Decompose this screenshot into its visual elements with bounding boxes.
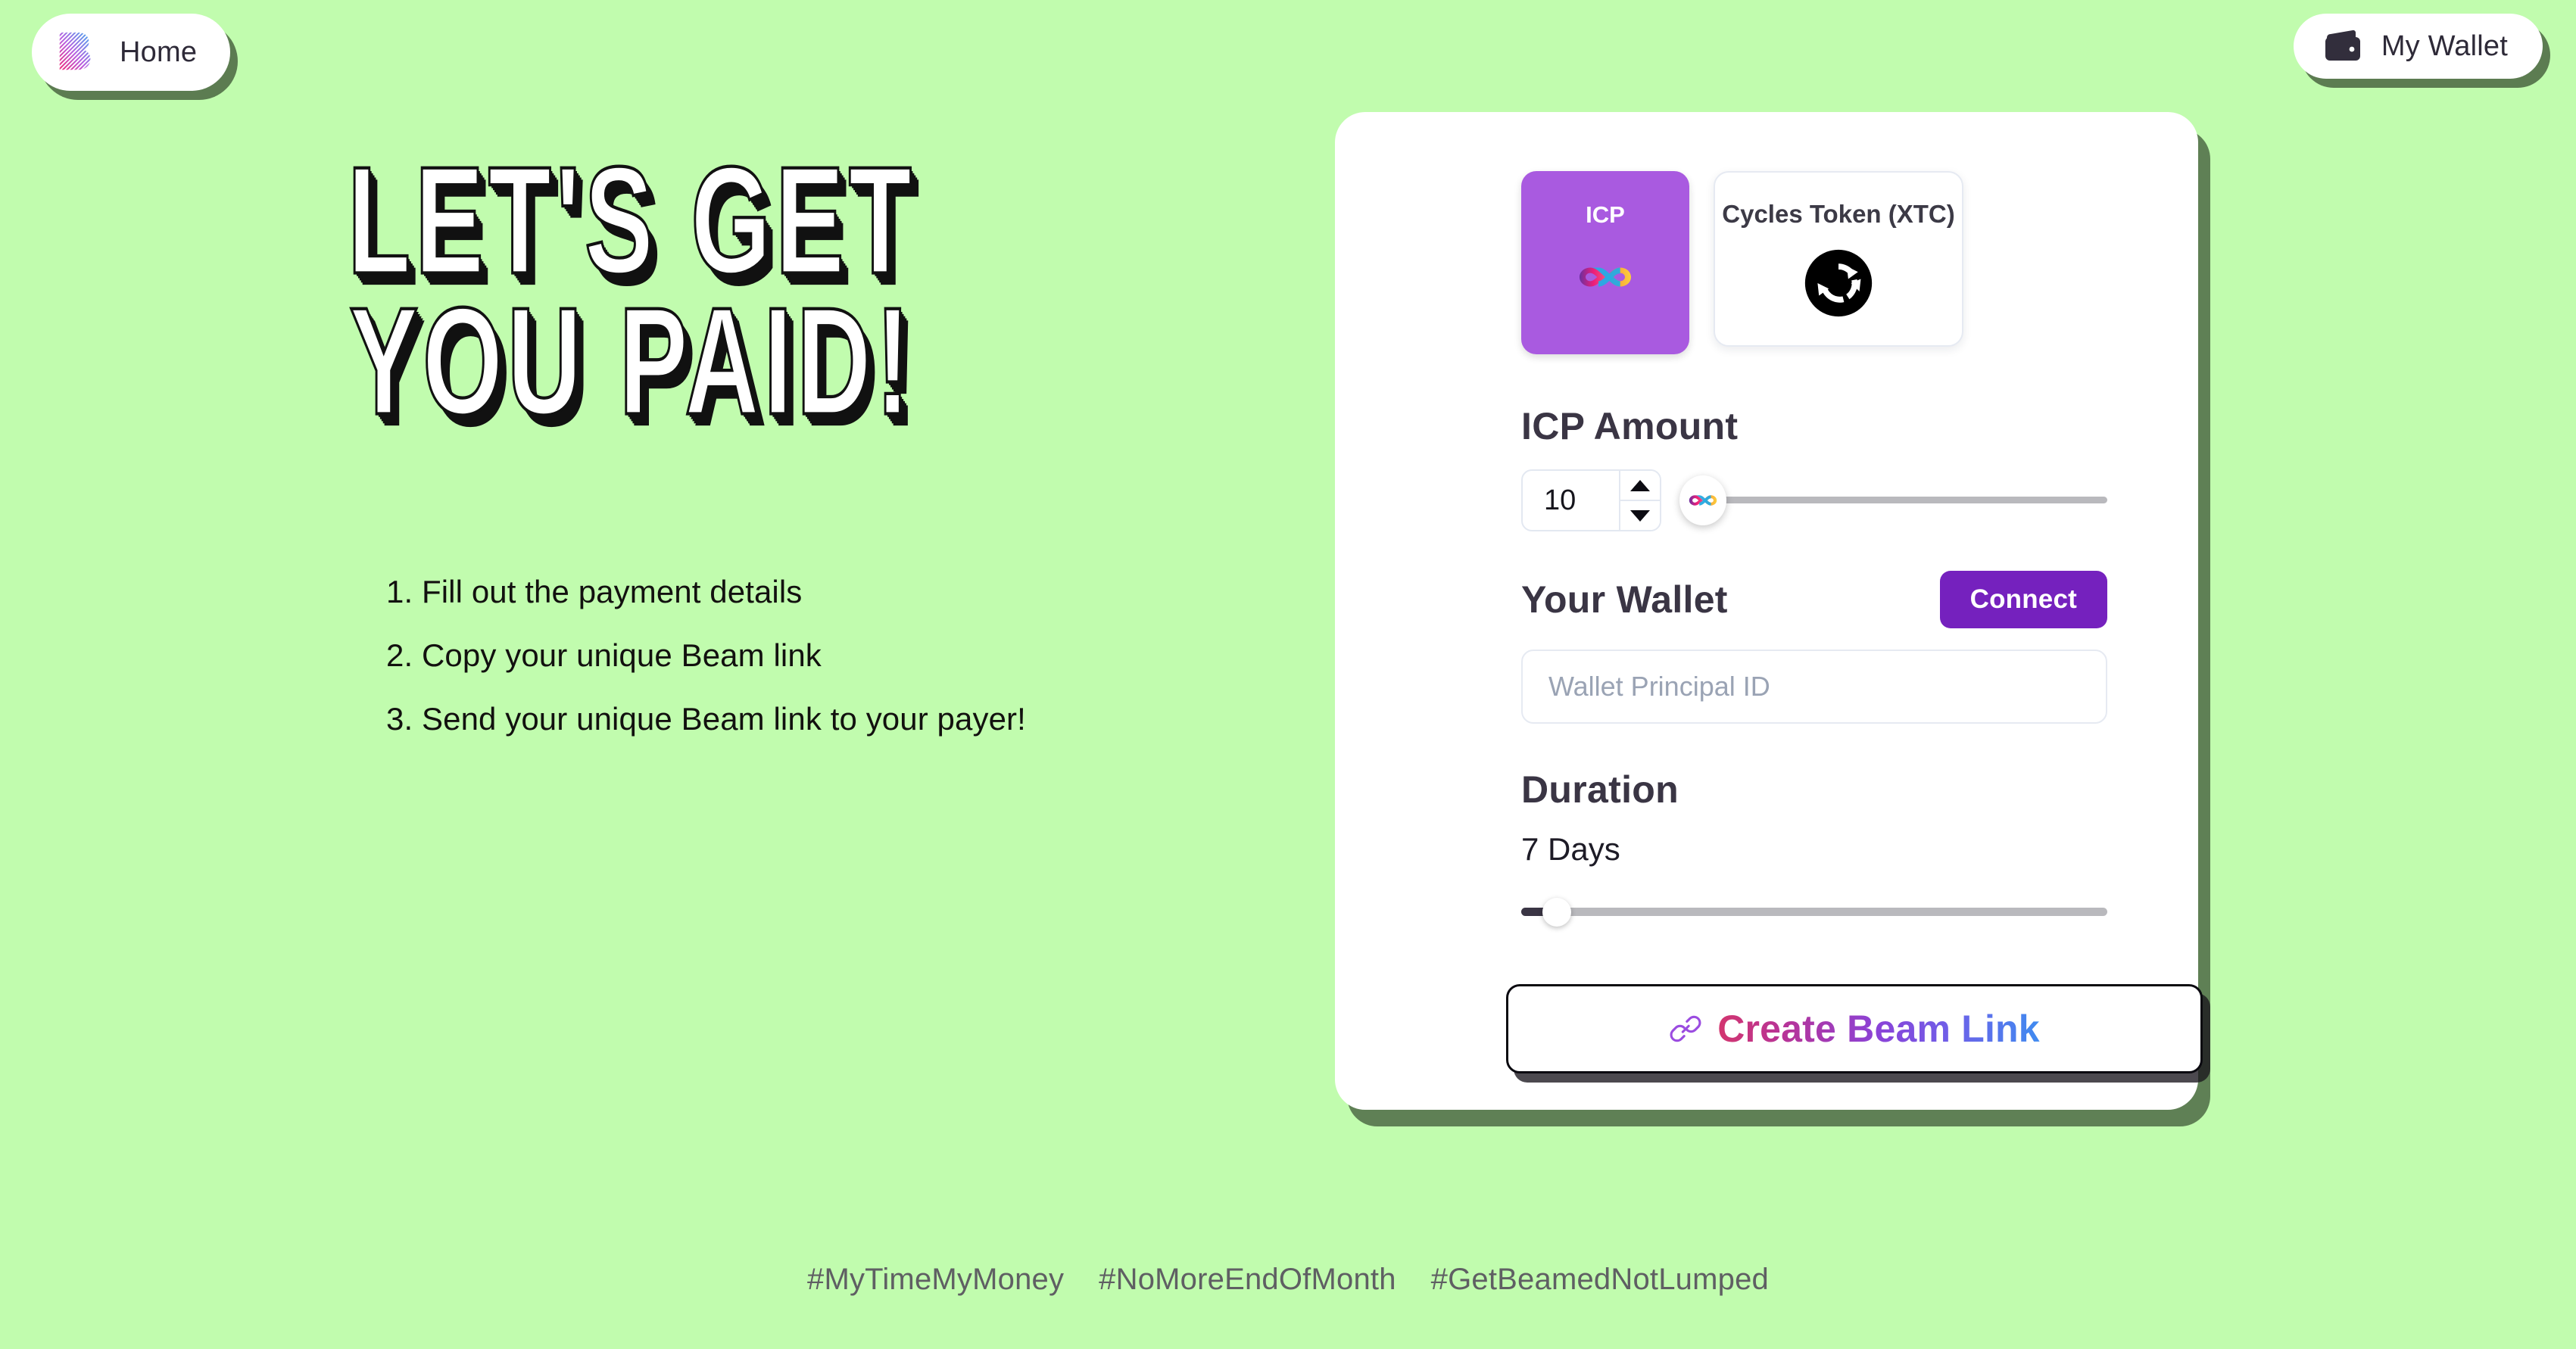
amount-stepper[interactable] xyxy=(1521,469,1661,531)
wallet-principal-id-input[interactable] xyxy=(1521,650,2107,724)
create-beam-link-button[interactable]: Create Beam Link xyxy=(1506,984,2203,1073)
my-wallet-label: My Wallet xyxy=(2381,30,2508,62)
amount-slider-track[interactable] xyxy=(1714,497,2107,503)
steps-list: 1. Fill out the payment details 2. Copy … xyxy=(0,576,1242,735)
headline-line-1: Let's get xyxy=(347,135,916,307)
footer-hashtags: #MyTimeMyMoney #NoMoreEndOfMonth #GetBea… xyxy=(0,1263,2576,1297)
icp-infinity-icon xyxy=(1689,495,1717,506)
create-beam-link-label: Create Beam Link xyxy=(1717,1008,2040,1050)
icp-infinity-icon xyxy=(1579,267,1632,287)
amount-slider[interactable] xyxy=(1679,469,2107,531)
token-option-icp-label: ICP xyxy=(1586,201,1625,228)
wallet-section: Your Wallet Connect xyxy=(1521,571,2107,724)
amount-slider-thumb[interactable] xyxy=(1679,475,1726,525)
list-item: 2. Copy your unique Beam link xyxy=(386,637,822,674)
page-title: Let's get you paid! xyxy=(25,135,1217,447)
home-button-label: Home xyxy=(120,36,198,68)
list-item: 1. Fill out the payment details xyxy=(386,574,803,610)
hero-section: Let's get you paid! 1. Fill out the paym… xyxy=(0,135,1242,767)
duration-section: Duration 7 Days xyxy=(1521,768,2107,927)
token-option-xtc[interactable]: Cycles Token (XTC) xyxy=(1714,171,1963,347)
beam-b-logo-icon xyxy=(53,29,100,76)
payment-form-card: ICP Cycles Token (XTC) ICP Amount 10 You… xyxy=(1335,112,2203,1110)
token-selector: ICP Cycles Token (XTC) xyxy=(1521,171,2107,354)
my-wallet-button[interactable]: My Wallet xyxy=(2293,14,2543,79)
home-button[interactable]: Home xyxy=(32,14,231,91)
chain-link-icon xyxy=(1670,1015,1701,1042)
token-option-icp[interactable]: ICP xyxy=(1521,171,1689,354)
chevron-down-icon xyxy=(1629,509,1650,522)
duration-label: Duration xyxy=(1521,768,1679,811)
list-item: 3. Send your unique Beam link to your pa… xyxy=(386,701,1026,737)
connect-button[interactable]: Connect xyxy=(1939,571,2107,628)
amount-decrement-button[interactable] xyxy=(1620,500,1660,530)
duration-slider-track[interactable] xyxy=(1521,908,2107,916)
hashtag: #NoMoreEndOfMonth xyxy=(1099,1263,1396,1296)
wallet-icon xyxy=(2324,29,2362,64)
chevron-up-icon xyxy=(1629,479,1650,491)
headline-line-2: you paid! xyxy=(348,276,915,447)
hashtag: #MyTimeMyMoney xyxy=(807,1263,1065,1296)
duration-value: 7 Days xyxy=(1521,831,1620,867)
hashtag: #GetBeamedNotLumped xyxy=(1430,1263,1769,1296)
duration-slider-thumb[interactable] xyxy=(1542,898,1571,927)
amount-increment-button[interactable] xyxy=(1620,471,1660,500)
app-root: Home My Wallet Let's get you paid! 1. Fi… xyxy=(0,0,2576,1349)
wallet-label: Your Wallet xyxy=(1521,578,1728,621)
xtc-cycles-icon xyxy=(1804,249,1873,317)
token-option-xtc-label: Cycles Token (XTC) xyxy=(1722,200,1955,228)
amount-label: ICP Amount xyxy=(1521,405,1739,447)
amount-input[interactable] xyxy=(1523,471,1619,530)
amount-section: ICP Amount xyxy=(1521,404,2107,531)
duration-slider[interactable] xyxy=(1521,896,2107,927)
